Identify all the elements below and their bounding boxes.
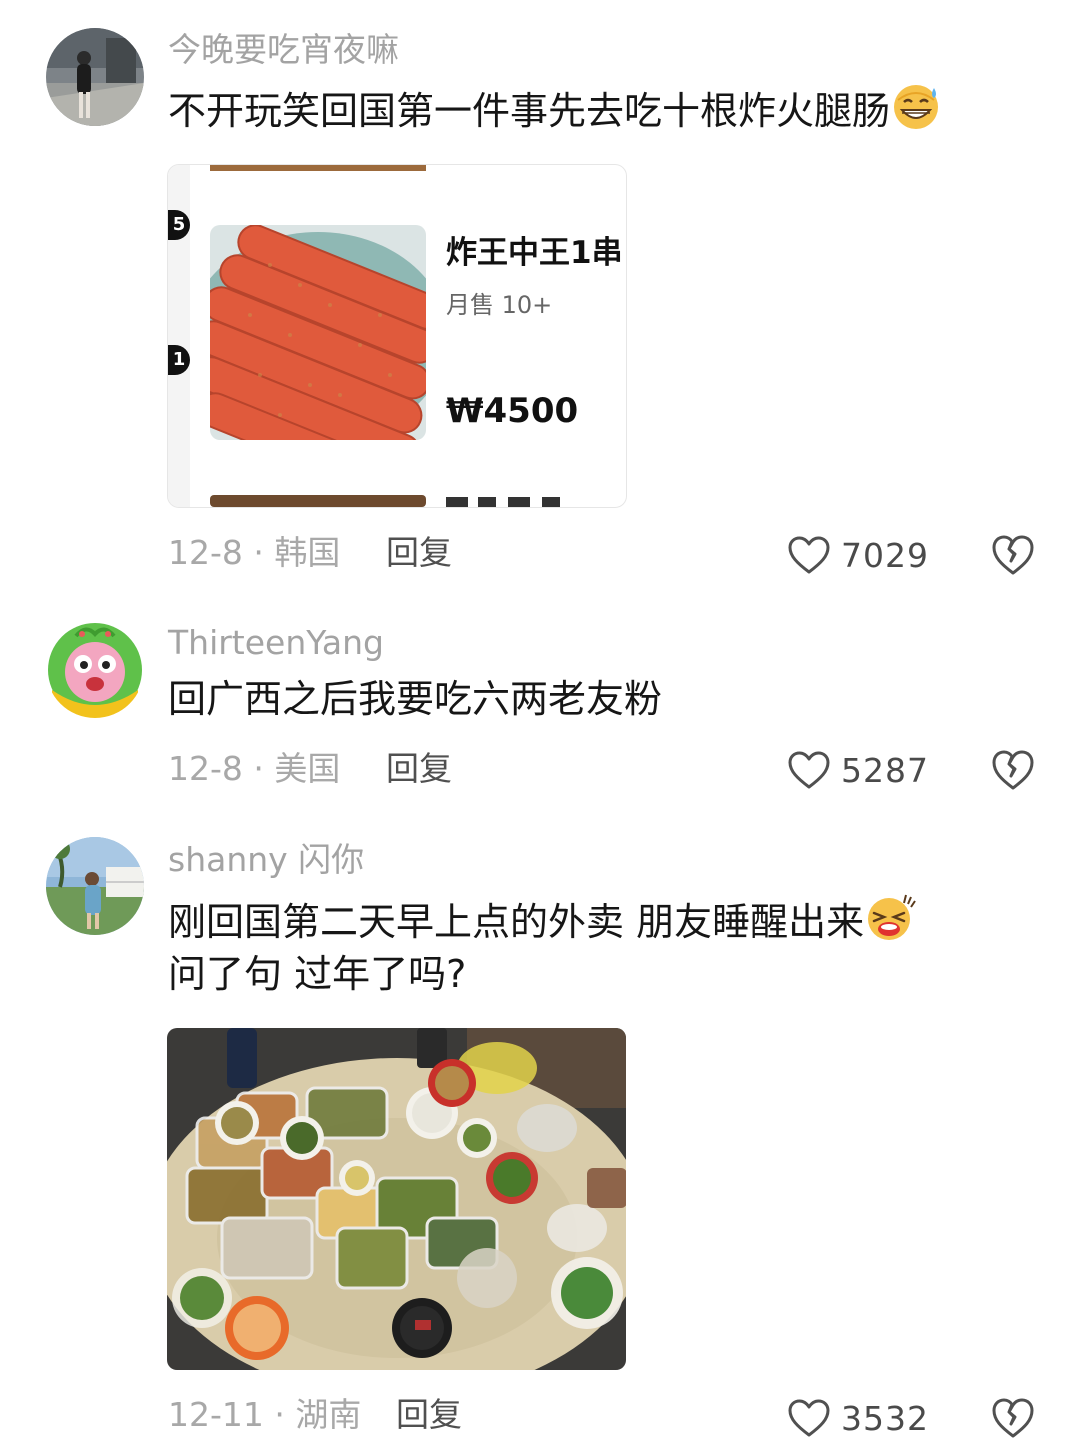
avatar[interactable] bbox=[46, 837, 144, 935]
product-price: ₩4500 bbox=[446, 391, 579, 431]
heart-icon bbox=[788, 1399, 830, 1437]
grinning-sweat-emoji-icon bbox=[894, 85, 939, 129]
broken-heart-icon[interactable] bbox=[990, 1396, 1036, 1440]
heart-icon bbox=[788, 536, 830, 574]
like-count: 3532 bbox=[841, 1398, 929, 1438]
comment-text: 刚回国第二天早上点的外卖 朋友睡醒出来 bbox=[168, 891, 916, 951]
comment-text: 不开玩笑回国第一件事先去吃十根炸火腿肠 bbox=[168, 80, 942, 140]
product-card[interactable]: 5 1 炸王中王1串 月售 10+ ₩4500 bbox=[167, 164, 627, 508]
avatar[interactable] bbox=[46, 28, 144, 126]
like-count: 5287 bbox=[841, 750, 929, 790]
reply-button[interactable]: 回复 bbox=[386, 749, 452, 789]
laughing-crying-emoji-icon bbox=[868, 894, 916, 940]
product-name: 炸王中王1串 bbox=[446, 235, 623, 271]
reply-button[interactable]: 回复 bbox=[386, 533, 452, 573]
sausage-photo bbox=[210, 225, 426, 440]
broken-heart-icon[interactable] bbox=[990, 533, 1036, 577]
avatar[interactable] bbox=[46, 620, 144, 718]
comment-meta: 12-11 · 湖南 bbox=[168, 1395, 362, 1434]
comment-text-content: 刚回国第二天早上点的外卖 朋友睡醒出来 bbox=[168, 900, 865, 944]
comment-username[interactable]: ThirteenYang bbox=[168, 623, 384, 663]
like-count: 7029 bbox=[841, 535, 929, 575]
broken-heart-icon[interactable] bbox=[990, 748, 1036, 792]
comment-text: 回广西之后我要吃六两老友粉 bbox=[168, 677, 663, 721]
product-sales: 月售 10+ bbox=[446, 291, 553, 319]
reply-button[interactable]: 回复 bbox=[396, 1395, 462, 1435]
comment-username[interactable]: shanny 闪你 bbox=[168, 840, 364, 880]
like-button[interactable]: 7029 bbox=[787, 533, 929, 577]
comment-text-content: 不开玩笑回国第一件事先去吃十根炸火腿肠 bbox=[168, 89, 891, 133]
food-table-photo[interactable] bbox=[167, 1028, 626, 1370]
heart-icon bbox=[788, 751, 830, 789]
comment-username[interactable]: 今晚要吃宵夜嘛 bbox=[168, 30, 399, 70]
comment-meta: 12-8 · 美国 bbox=[168, 749, 341, 788]
comment-meta: 12-8 · 韩国 bbox=[168, 533, 341, 572]
like-button[interactable]: 3532 bbox=[787, 1396, 929, 1440]
comment-text-line2: 问了句 过年了吗? bbox=[168, 952, 467, 996]
like-button[interactable]: 5287 bbox=[787, 748, 929, 792]
